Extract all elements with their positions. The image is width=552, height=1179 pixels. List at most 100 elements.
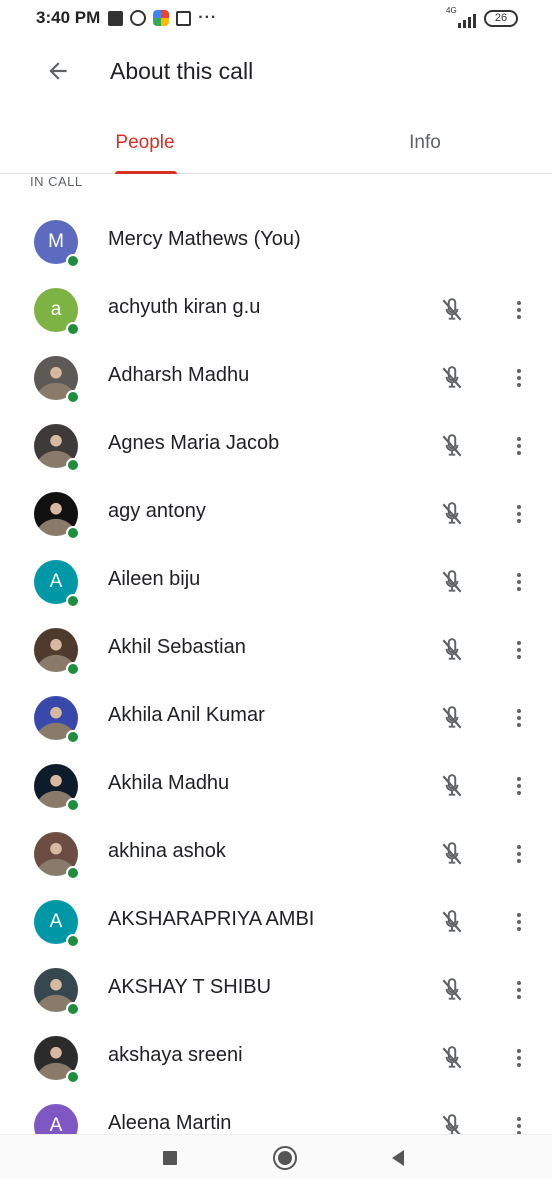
more-notifications-icon: ··· (198, 9, 218, 26)
mic-off-icon[interactable] (436, 634, 468, 666)
person-name: AKSHAY T SHIBU (108, 976, 272, 998)
person-name: Aileen biju (108, 568, 201, 590)
person-name: AKSHARAPRIYA AMBI (108, 908, 315, 930)
person-row[interactable]: AKSHAY T SHIBU (0, 956, 552, 1024)
nav-back-button[interactable] (368, 1135, 428, 1179)
online-dot-icon (66, 1070, 80, 1084)
more-vert-icon[interactable] (506, 702, 532, 734)
avatar-initial: M (48, 231, 64, 252)
more-vert-icon[interactable] (506, 362, 532, 394)
more-vert-icon[interactable] (506, 838, 532, 870)
person-row[interactable]: Akhila Madhu (0, 752, 552, 820)
more-vert-icon[interactable] (506, 430, 532, 462)
online-dot-icon (66, 322, 80, 336)
online-dot-icon (66, 730, 80, 744)
mic-off-icon[interactable] (436, 770, 468, 802)
person-name: achyuth kiran g.u (108, 296, 261, 318)
arrow-back-icon (49, 62, 67, 80)
tab-people[interactable]: People (100, 112, 190, 174)
online-dot-icon (66, 254, 80, 268)
person-name: Aleena Martin (108, 1112, 232, 1134)
mic-off-icon[interactable] (436, 430, 468, 462)
more-vert-icon[interactable] (506, 974, 532, 1006)
status-bar: 3:40 PM ··· 4G 26 (0, 0, 552, 36)
whatsapp-notification-icon (130, 10, 147, 26)
home-button[interactable] (255, 1135, 315, 1179)
square-icon (163, 1150, 177, 1165)
online-dot-icon (66, 594, 80, 608)
mic-off-icon[interactable] (436, 906, 468, 938)
active-tab-indicator (115, 171, 177, 174)
online-dot-icon (66, 1002, 80, 1016)
mic-off-icon[interactable] (436, 974, 468, 1006)
person-name: Akhila Anil Kumar (108, 704, 265, 726)
person-name: agy antony (108, 500, 206, 522)
person-row[interactable]: agy antony (0, 480, 552, 548)
online-dot-icon (66, 526, 80, 540)
mic-off-icon[interactable] (436, 1110, 468, 1134)
recents-button[interactable] (140, 1135, 200, 1179)
page-title: About this call (110, 57, 254, 84)
person-name: Adharsh Madhu (108, 364, 250, 386)
tab-bar: People Info (0, 112, 552, 174)
more-vert-icon[interactable] (506, 498, 532, 530)
person-row[interactable]: A AKSHARAPRIYA AMBI (0, 888, 552, 956)
person-row[interactable]: A Aileen biju (0, 548, 552, 616)
online-dot-icon (66, 866, 80, 880)
person-row[interactable]: M Mercy Mathews (You) (0, 208, 552, 276)
person-row[interactable]: Adharsh Madhu (0, 344, 552, 412)
online-dot-icon (66, 798, 80, 812)
circle-icon (273, 1145, 297, 1170)
person-name: Akhila Madhu (108, 772, 230, 794)
avatar-initial: A (49, 911, 63, 932)
gallery-notification-icon (108, 10, 124, 26)
notification-icons: ··· (108, 9, 217, 27)
mic-off-icon[interactable] (436, 362, 468, 394)
online-dot-icon (66, 934, 80, 948)
section-label-in-call: IN CALL (30, 174, 83, 189)
person-name: Mercy Mathews (You) (108, 228, 301, 250)
signal-icon: 4G (446, 6, 476, 28)
more-vert-icon[interactable] (506, 566, 532, 598)
mic-off-icon[interactable] (436, 566, 468, 598)
mic-off-icon[interactable] (436, 294, 468, 326)
person-row[interactable]: a achyuth kiran g.u (0, 276, 552, 344)
person-row[interactable]: Akhil Sebastian (0, 616, 552, 684)
person-row[interactable]: A Aleena Martin (0, 1092, 552, 1134)
mic-off-icon[interactable] (436, 838, 468, 870)
more-vert-icon[interactable] (506, 1110, 532, 1134)
mic-off-icon[interactable] (436, 498, 468, 530)
more-vert-icon[interactable] (506, 770, 532, 802)
person-name: akshaya sreeni (108, 1044, 243, 1066)
battery-icon: 26 (484, 9, 518, 27)
photos-notification-icon (153, 10, 170, 26)
online-dot-icon (66, 662, 80, 676)
system-nav-bar (0, 1134, 552, 1179)
more-vert-icon[interactable] (506, 294, 532, 326)
more-vert-icon[interactable] (506, 634, 532, 666)
app-header: About this call (0, 36, 552, 106)
person-row[interactable]: akshaya sreeni (0, 1024, 552, 1092)
person-name: Agnes Maria Jacob (108, 432, 280, 454)
avatar: A (34, 1104, 78, 1134)
triangle-back-icon (392, 1149, 404, 1166)
person-name: Akhil Sebastian (108, 636, 246, 658)
back-button[interactable] (38, 51, 78, 91)
avatar-initial: A (49, 1115, 63, 1134)
system-indicators: 4G 26 (446, 6, 518, 28)
person-row[interactable]: akhina ashok (0, 820, 552, 888)
tab-info[interactable]: Info (380, 112, 470, 174)
person-row[interactable]: Agnes Maria Jacob (0, 412, 552, 480)
mic-off-icon[interactable] (436, 702, 468, 734)
network-type: 4G (446, 6, 457, 15)
online-dot-icon (66, 390, 80, 404)
more-vert-icon[interactable] (506, 906, 532, 938)
person-name: akhina ashok (108, 840, 226, 862)
avatar-initial: A (49, 571, 63, 592)
online-dot-icon (66, 458, 80, 472)
mic-off-icon[interactable] (436, 1042, 468, 1074)
person-row[interactable]: Akhila Anil Kumar (0, 684, 552, 752)
status-time: 3:40 PM (36, 8, 101, 27)
people-list: M Mercy Mathews (You) a achyuth kiran g.u Ad… (0, 208, 552, 1134)
more-vert-icon[interactable] (506, 1042, 532, 1074)
